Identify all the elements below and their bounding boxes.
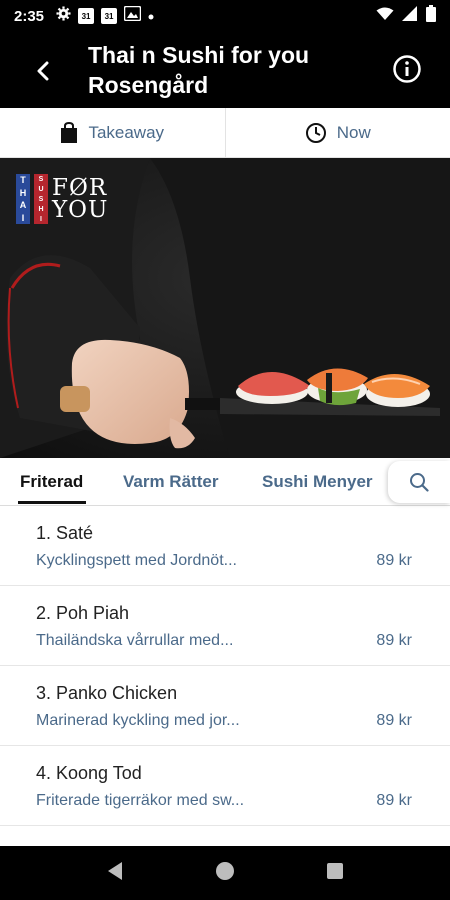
order-options: Takeaway Now xyxy=(0,108,450,158)
chevron-left-icon xyxy=(37,61,49,81)
logo-letter: S xyxy=(38,195,44,203)
menu-item[interactable]: 2. Poh Piah Thailändska vårrullar med...… xyxy=(0,586,450,666)
info-button[interactable] xyxy=(390,52,424,86)
back-nav-button[interactable] xyxy=(106,861,124,886)
logo-thai-column: T H A I xyxy=(16,174,30,224)
item-name: 3. Panko Chicken xyxy=(36,683,178,703)
restaurant-logo: T H A I S U S H I FØR YOU xyxy=(16,174,108,224)
item-description: Kycklingspett med Jordnöt... xyxy=(36,552,237,569)
home-nav-button[interactable] xyxy=(215,861,235,886)
menu-item[interactable]: 3. Panko Chicken Marinerad kyckling med … xyxy=(0,666,450,746)
item-name: 2. Poh Piah xyxy=(36,603,130,623)
time-option[interactable]: Now xyxy=(224,108,450,157)
info-icon xyxy=(393,55,421,83)
triangle-back-icon xyxy=(107,861,122,880)
notification-icons: 31 31 xyxy=(56,5,154,26)
circle-home-icon xyxy=(215,861,234,880)
tab-varm-ratter[interactable]: Varm Rätter xyxy=(123,458,218,506)
search-icon xyxy=(410,473,429,492)
item-price: 89 kr xyxy=(376,632,412,649)
menu-list: 1. Saté Kycklingspett med Jordnöt... 89 … xyxy=(0,506,450,826)
square-recents-icon xyxy=(327,862,344,879)
title-line-1: Thai n Sushi for you xyxy=(88,42,310,68)
item-description: Marinerad kyckling med jor... xyxy=(36,712,240,729)
system-icons xyxy=(376,5,436,27)
title-line-2: Rosengård xyxy=(88,72,209,98)
logo-letter: H xyxy=(19,187,27,198)
wifi-icon xyxy=(376,7,394,26)
active-tab-indicator xyxy=(18,501,86,504)
menu-item[interactable]: 4. Koong Tod Friterade tigerräkor med sw… xyxy=(0,746,450,826)
clock-icon xyxy=(305,122,326,143)
calendar-icon: 31 xyxy=(101,8,118,24)
status-time: 2:35 xyxy=(14,7,45,25)
search-button[interactable] xyxy=(388,461,450,503)
item-name: 4. Koong Tod xyxy=(36,763,142,783)
menu-item[interactable]: 1. Saté Kycklingspett med Jordnöt... 89 … xyxy=(0,506,450,586)
tab-sushi-menyer[interactable]: Sushi Menyer xyxy=(262,458,373,506)
calendar-icon: 31 xyxy=(78,8,95,24)
gear-icon xyxy=(56,6,71,26)
logo-letter: A xyxy=(19,200,27,211)
battery-icon xyxy=(426,5,436,27)
image-icon xyxy=(123,5,142,26)
shopping-bag-icon xyxy=(61,121,78,143)
logo-text: FØR YOU xyxy=(52,175,109,223)
calendar-day: 31 xyxy=(81,12,91,21)
item-price: 89 kr xyxy=(376,792,412,809)
logo-letter: S xyxy=(38,175,44,183)
recents-nav-button[interactable] xyxy=(326,862,344,885)
item-description: Friterade tigerräkor med sw... xyxy=(36,792,245,809)
logo-letter: H xyxy=(38,205,44,213)
logo-sushi-column: S U S H I xyxy=(34,174,48,224)
restaurant-hero-image: T H A I S U S H I FØR YOU xyxy=(0,158,450,458)
logo-letter: I xyxy=(40,215,42,223)
app-header: Thai n Sushi for you Rosengård xyxy=(0,32,450,108)
signal-icon xyxy=(402,6,418,26)
system-navigation-bar xyxy=(0,846,450,900)
logo-letter: T xyxy=(20,175,26,186)
calendar-day: 31 xyxy=(104,12,114,21)
status-bar: 2:35 31 31 xyxy=(0,0,450,32)
logo-letter: I xyxy=(21,212,25,223)
logo-text-line1: FØR xyxy=(52,175,108,201)
item-name: 1. Saté xyxy=(36,523,94,543)
item-description: Thailändska vårrullar med... xyxy=(36,632,234,649)
takeaway-option[interactable]: Takeaway xyxy=(0,108,225,157)
tab-friterad[interactable]: Friterad xyxy=(20,458,83,506)
dot-icon xyxy=(148,7,154,25)
logo-letter: U xyxy=(38,185,44,193)
time-label: Now xyxy=(336,122,371,142)
category-tabs: Friterad Varm Rätter Sushi Menyer xyxy=(0,458,450,506)
back-button[interactable] xyxy=(26,54,60,88)
logo-text-line2: YOU xyxy=(52,197,109,223)
restaurant-title: Thai n Sushi for you Rosengård xyxy=(88,40,368,100)
item-price: 89 kr xyxy=(376,712,412,729)
takeaway-label: Takeaway xyxy=(88,122,165,142)
item-price: 89 kr xyxy=(376,552,412,569)
